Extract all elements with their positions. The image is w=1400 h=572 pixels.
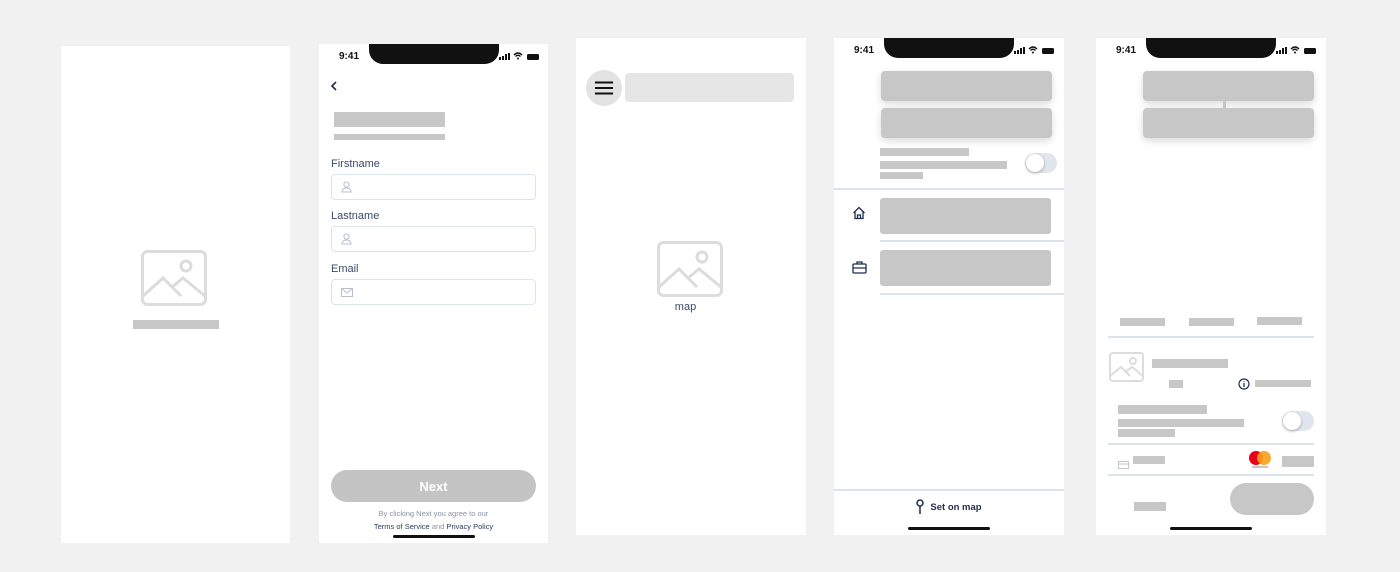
- terms-text: By clicking Next you agree to our: [378, 509, 489, 518]
- vehicle-detail-placeholder: [1169, 380, 1183, 388]
- confirm-button-placeholder[interactable]: [1230, 483, 1314, 515]
- credit-card-icon: [1118, 456, 1129, 474]
- option-title-placeholder: [880, 148, 969, 156]
- set-on-map-label: Set on map: [930, 501, 982, 513]
- vehicle-name-placeholder: [1152, 359, 1228, 368]
- wifi-icon: [1028, 46, 1038, 54]
- wifi-icon: [1290, 46, 1300, 54]
- divider: [1108, 443, 1314, 445]
- divider: [1108, 336, 1314, 338]
- price-placeholder: [1255, 380, 1311, 387]
- status-icons: [1276, 46, 1316, 54]
- option-toggle[interactable]: [1025, 153, 1057, 173]
- status-icons: [1014, 46, 1054, 54]
- origin-card-placeholder[interactable]: [1143, 71, 1314, 101]
- work-location-placeholder[interactable]: [880, 250, 1051, 286]
- email-field[interactable]: [331, 279, 536, 305]
- wifi-icon: [513, 52, 523, 60]
- signal-icon: [1014, 47, 1025, 54]
- screen-ride-options: 9:41: [1096, 38, 1326, 535]
- option-desc-placeholder: [1118, 429, 1175, 437]
- tab-placeholder-1[interactable]: [1120, 318, 1165, 326]
- battery-icon: [1042, 48, 1054, 54]
- screen-map: map: [576, 38, 806, 535]
- battery-icon: [1304, 48, 1316, 54]
- option-desc-placeholder: [880, 172, 923, 179]
- lastname-label: Lastname: [331, 210, 380, 222]
- status-time: 9:41: [339, 51, 360, 62]
- divider: [880, 240, 1064, 242]
- mastercard-logo-icon: [1247, 450, 1273, 475]
- title-placeholder: [334, 112, 445, 127]
- screen-signup-form: 9:41 Firstname Lastname Email Next By cl…: [319, 44, 548, 543]
- home-indicator: [908, 527, 990, 530]
- lastname-field[interactable]: [331, 226, 536, 252]
- divider: [834, 489, 1064, 491]
- notch: [369, 44, 499, 64]
- briefcase-icon: [852, 261, 867, 279]
- total-placeholder: [1134, 502, 1166, 511]
- firstname-field[interactable]: [331, 174, 536, 200]
- firstname-label: Firstname: [331, 158, 380, 170]
- home-indicator: [1170, 527, 1252, 530]
- status-icons: [499, 52, 539, 60]
- vehicle-image-placeholder-icon: [1109, 352, 1144, 387]
- privacy-policy-link[interactable]: Privacy Policy: [446, 522, 493, 531]
- status-time: 9:41: [1116, 45, 1137, 56]
- payment-method-placeholder: [1133, 456, 1165, 464]
- home-icon: [852, 206, 866, 225]
- user-icon: [341, 181, 352, 193]
- image-placeholder-icon: [657, 241, 723, 302]
- signal-icon: [499, 53, 510, 60]
- card-number-placeholder: [1282, 456, 1314, 467]
- info-icon[interactable]: [1238, 377, 1250, 395]
- destination-input-placeholder[interactable]: [881, 108, 1052, 138]
- battery-icon: [527, 54, 539, 60]
- divider: [880, 293, 1064, 295]
- user-icon: [341, 233, 352, 245]
- mail-icon: [341, 288, 353, 297]
- next-button[interactable]: Next: [331, 470, 536, 502]
- destination-card-placeholder[interactable]: [1143, 108, 1314, 138]
- map-pin-icon: [916, 499, 925, 514]
- tab-placeholder-2[interactable]: [1189, 318, 1234, 326]
- option-desc-placeholder: [1118, 419, 1244, 427]
- terms-of-service-link[interactable]: Terms of Service: [374, 522, 430, 531]
- tab-placeholder-3[interactable]: [1257, 317, 1302, 325]
- set-on-map-button[interactable]: Set on map: [834, 499, 1064, 515]
- origin-input-placeholder[interactable]: [881, 71, 1052, 101]
- terms-links-row: Terms of Service and Privacy Policy: [319, 522, 548, 531]
- back-chevron-icon[interactable]: [330, 78, 338, 96]
- menu-button[interactable]: [586, 70, 622, 106]
- email-label: Email: [331, 263, 359, 275]
- status-time: 9:41: [854, 45, 875, 56]
- divider: [834, 188, 1064, 190]
- notch: [1146, 38, 1276, 58]
- signal-icon: [1276, 47, 1287, 54]
- option-toggle[interactable]: [1282, 411, 1314, 431]
- screen-locations: 9:41 Set on map: [834, 38, 1064, 535]
- screen-splash: [61, 46, 290, 543]
- and-text: and: [431, 522, 445, 531]
- divider: [1108, 474, 1314, 476]
- home-location-placeholder[interactable]: [880, 198, 1051, 234]
- option-desc-placeholder: [880, 161, 1007, 169]
- option-title-placeholder: [1118, 405, 1207, 414]
- text-placeholder: [133, 320, 219, 329]
- map-label: map: [674, 301, 697, 313]
- home-indicator: [393, 535, 475, 538]
- hamburger-menu-icon: [595, 81, 613, 95]
- search-bar-placeholder[interactable]: [625, 73, 794, 102]
- notch: [884, 38, 1014, 58]
- image-placeholder-icon: [141, 250, 207, 311]
- subtitle-placeholder: [334, 134, 445, 140]
